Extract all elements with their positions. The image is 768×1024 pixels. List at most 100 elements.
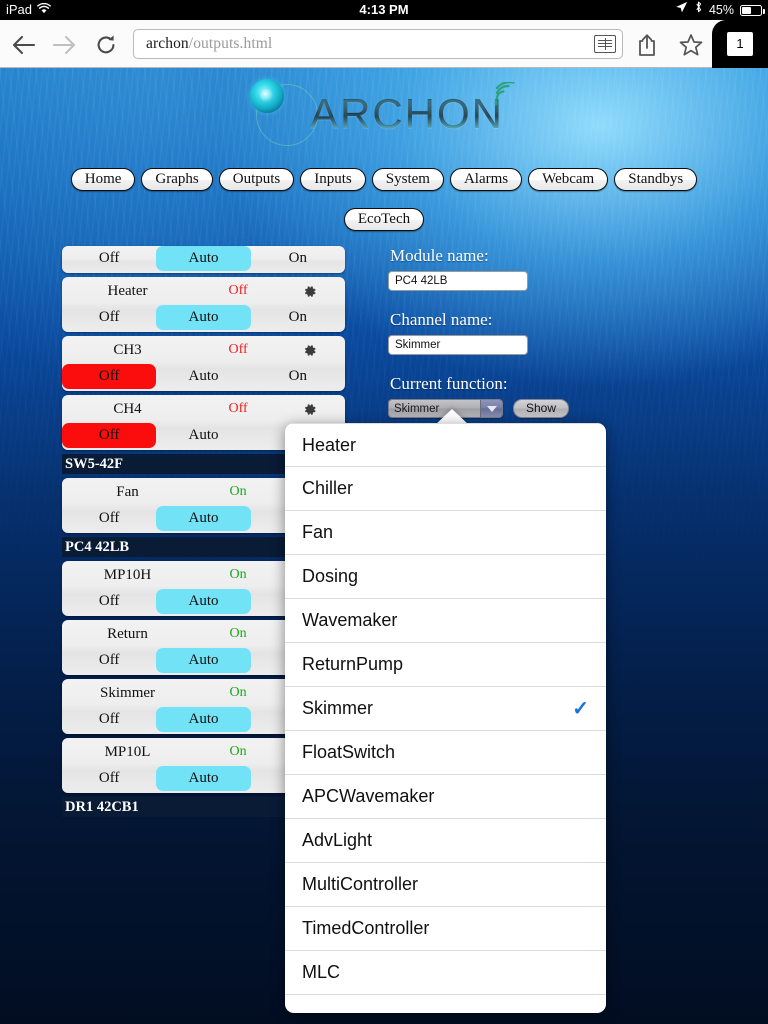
show-button[interactable]: Show [513,399,570,418]
popover-item-label: Chiller [302,478,354,498]
segment-off[interactable]: Off [62,648,156,673]
popover-item-label: Heater [302,434,357,455]
popover-item-label: Skimmer [302,698,373,718]
segment-off[interactable]: Off [62,246,156,271]
forward-button[interactable] [48,30,80,60]
url-path: /outputs.html [188,35,273,52]
url-text: archon/outputs.html [146,35,594,53]
output-card-header: CH3 Off [62,336,345,364]
nav-item-graphs[interactable]: Graphs [141,168,213,191]
output-status: On [229,484,247,499]
popover-item-label: Dosing [302,566,359,586]
segment-on[interactable]: On [251,305,345,330]
output-status: On [229,626,247,641]
logo-wordmark: ARCHON [310,90,505,137]
module-name-input[interactable]: PC4 42LB [388,271,528,291]
popover-item[interactable]: Chiller [285,467,606,511]
share-button[interactable] [632,31,662,59]
nav-item-ecotech[interactable]: EcoTech [343,208,425,231]
popover-item[interactable]: TimedController [285,907,606,951]
popover-item-label: ReturnPump [302,654,404,674]
segment-off[interactable]: Off [62,423,157,448]
segmented-control[interactable]: OffAutoOn [62,246,345,271]
tab-count-label: 1 [727,32,753,56]
segment-off[interactable]: Off [62,506,156,531]
output-name: Return [107,625,148,642]
segment-auto[interactable]: Auto [156,423,250,448]
nav-item-inputs[interactable]: Inputs [300,168,366,191]
popover-item-label: Wavemaker [302,610,398,630]
segment-on[interactable]: On [251,246,345,271]
popover-item[interactable]: MultiController [285,863,606,907]
tab-count-button[interactable]: 1 [712,20,768,68]
segment-on[interactable]: On [251,364,345,389]
back-button[interactable] [8,30,40,60]
segment-auto[interactable]: Auto [156,648,251,673]
gear-icon[interactable] [283,283,335,300]
reload-button[interactable] [90,30,122,60]
popover-item-label: Fan [302,522,334,542]
segment-auto[interactable]: Auto [156,707,251,732]
nav-item-outputs[interactable]: Outputs [218,168,295,191]
current-function-label: Current function: [390,374,508,393]
safari-toolbar: archon/outputs.html [0,20,768,68]
popover-item[interactable]: MLC [285,951,606,995]
output-status: Off [228,283,248,298]
bluetooth-icon [694,0,703,20]
output-name: CH3 [113,341,142,358]
nav-item-home[interactable]: Home [70,168,136,191]
channel-name-input[interactable]: Skimmer [388,335,528,355]
segment-off[interactable]: Off [62,707,156,732]
channel-name-label: Channel name: [390,310,493,329]
nav-item-standbys[interactable]: Standbys [614,168,698,191]
segment-off[interactable]: Off [62,766,156,791]
output-status: Off [228,401,248,416]
segment-auto[interactable]: Auto [156,766,251,791]
nav-item-alarms[interactable]: Alarms [449,168,523,191]
gear-icon[interactable] [283,342,335,359]
segment-off[interactable]: Off [62,305,156,330]
nav-item-webcam[interactable]: Webcam [528,168,609,191]
popover-item[interactable]: APCWavemaker [285,775,606,819]
popover-item[interactable]: ReturnPump [285,643,606,687]
output-status: On [229,685,247,700]
popover-item[interactable]: Fan [285,511,606,555]
url-host: archon [146,35,189,52]
battery-percent: 45% [708,3,734,17]
location-arrow-icon [675,0,688,20]
ios-status-bar: iPad 4:13 PM 45% [0,0,768,20]
segment-auto[interactable]: Auto [156,364,250,389]
battery-icon [740,4,765,16]
archon-dot-inner-icon [260,89,273,102]
wifi-signal-icon [492,81,518,106]
popover-item-label: TimedController [302,918,430,938]
popover-item[interactable]: FloatSwitch [285,731,606,775]
segmented-control[interactable]: OffAutoOn [62,364,345,389]
output-name: CH4 [113,400,142,417]
function-options-popover[interactable]: Heater Chiller Fan Dosing Wavemaker ReturnPum… [285,423,606,1013]
address-bar[interactable]: archon/outputs.html [133,29,623,59]
popover-item[interactable]: AdvLight [285,819,606,863]
segmented-control[interactable]: OffAutoOn [62,305,345,330]
popover-item[interactable]: Skimmer ✓ [285,687,606,731]
popover-item[interactable]: Heater [285,423,606,467]
bookmark-star-button[interactable] [676,31,706,59]
popover-item[interactable]: Wavemaker [285,599,606,643]
output-status: On [229,567,247,582]
segment-auto[interactable]: Auto [156,246,251,271]
segment-auto[interactable]: Auto [156,589,251,614]
segment-auto[interactable]: Auto [156,305,251,330]
nav-item-system[interactable]: System [371,168,444,191]
reader-view-icon[interactable] [594,35,616,53]
popover-item-label: APCWavemaker [302,786,435,806]
output-name: MP10L [104,743,151,760]
secondary-nav: EcoTech [0,208,768,231]
gear-icon[interactable] [283,401,335,418]
chevron-down-icon[interactable] [480,400,502,417]
output-card-header: Heater Off [62,277,345,305]
segment-off[interactable]: Off [62,364,157,389]
segment-off[interactable]: Off [62,589,156,614]
output-card: Heater Off Off Auto On [62,277,345,332]
popover-item[interactable]: Dosing [285,555,606,599]
segment-auto[interactable]: Auto [156,506,251,531]
